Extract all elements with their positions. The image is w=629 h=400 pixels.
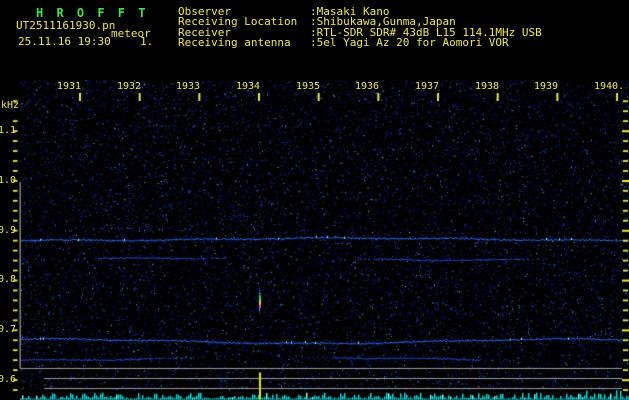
khz-unit-label: kHz [1,101,19,111]
output-filename: UT2511161930.pn [16,20,115,31]
freq-tick-label: 0.7 [0,324,16,335]
app-title: H R O F F T [36,7,148,19]
hrofft-window: H R O F F T UT2511161930.pn meteor 25.11… [0,0,629,400]
time-tick-label: 1931 [57,81,81,92]
time-tick-label: 1932 [117,81,141,92]
freq-tick-label: 1.1 [0,125,16,136]
time-tick-label: 1940. [594,81,624,92]
freq-tick-label: 0.8 [0,274,16,285]
time-tick-label: 1938 [475,81,499,92]
datetime-label: 25.11.16 19:30 [18,36,111,47]
info-value-antenna: :5el Yagi Az 20 for Aomori VOR [310,36,509,49]
freq-tick-label: 1.0 [0,175,16,186]
time-tick-label: 1934 [236,81,260,92]
time-tick-label: 1937 [415,81,439,92]
time-tick-label: 1933 [176,81,200,92]
counter-label: 1. [140,36,153,47]
spectrogram-canvas [0,0,629,400]
time-tick-label: 1935 [296,81,320,92]
time-tick-label: 1936 [355,81,379,92]
info-label-antenna: Receiving antenna [178,36,291,49]
freq-tick-label: 0.6 [0,374,16,385]
freq-tick-label: 0.9 [0,225,16,236]
time-tick-label: 1939 [534,81,558,92]
